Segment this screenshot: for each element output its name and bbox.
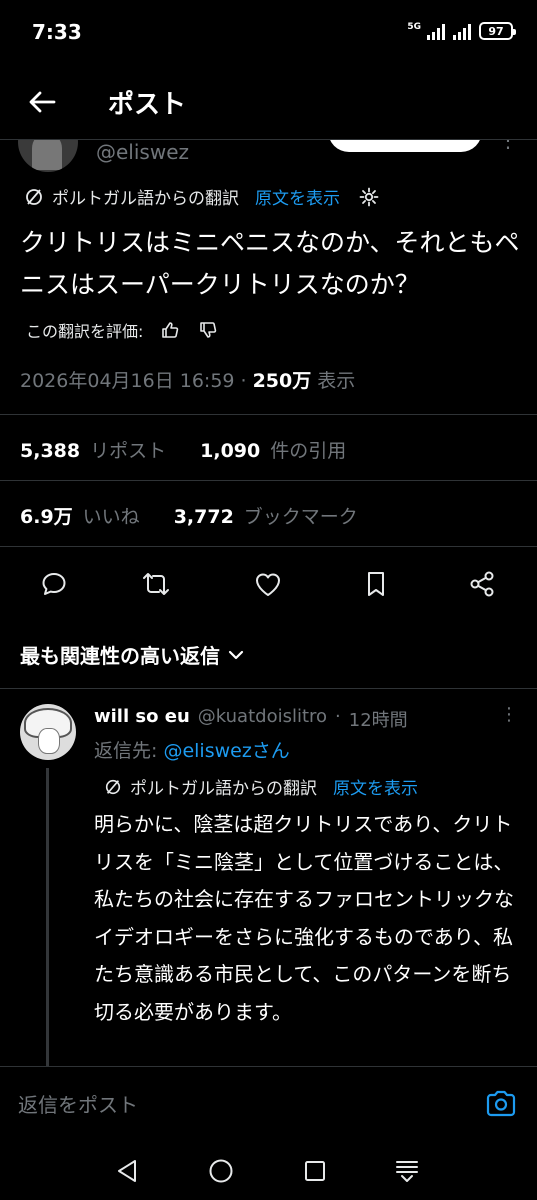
reply-translation-label: ポルトガル語からの翻訳 xyxy=(130,779,317,799)
reply-more-icon[interactable]: ⋮ xyxy=(500,704,518,725)
like-label[interactable]: いいね xyxy=(83,502,140,529)
divider xyxy=(0,414,537,415)
triangle-back-icon xyxy=(118,1160,136,1182)
bookmark-icon xyxy=(368,572,384,596)
repost-count[interactable]: 5,388 xyxy=(20,440,80,462)
replies-sort-toggle[interactable]: 最も関連性の高い返信 xyxy=(20,640,244,669)
tweet-text: クリトリスはミニペニスなのか、それともペニスはスーパークリトリスなのか？ xyxy=(20,228,520,299)
header: ポスト xyxy=(0,64,537,140)
reply-composer: 返信をポスト xyxy=(0,1066,537,1142)
translate-icon xyxy=(26,188,42,205)
reply-translation-row: ポルトガル語からの翻訳 原文を表示 xyxy=(104,774,418,799)
back-arrow-icon xyxy=(29,91,56,113)
reply-show-original-link[interactable]: 原文を表示 xyxy=(333,774,418,799)
camera-button[interactable] xyxy=(484,1087,518,1121)
circle-home-icon xyxy=(209,1159,233,1183)
like-stats: 6.9万 いいね 3,772 ブックマーク xyxy=(20,502,358,529)
status-bar: 7:33 5G 97 xyxy=(0,0,537,64)
signal-icon xyxy=(427,22,445,40)
divider xyxy=(0,546,537,547)
views-count: 250万 xyxy=(252,370,312,392)
tweet-datetime[interactable]: 2026年04月16日 16:59 xyxy=(20,366,235,393)
translation-row: ポルトガル語からの翻訳 原文を表示 xyxy=(24,184,380,209)
rate-label: この翻訳を評価: xyxy=(26,322,144,341)
share-icon xyxy=(470,571,494,597)
divider xyxy=(0,480,537,481)
author-handle[interactable]: @eliswez xyxy=(96,140,189,164)
nav-back-button[interactable] xyxy=(112,1156,142,1186)
status-icons: 5G 97 xyxy=(407,22,516,40)
chevron-down-icon xyxy=(228,650,244,659)
repost-icon xyxy=(143,573,169,595)
translation-label: ポルトガル語からの翻訳 xyxy=(52,189,239,209)
meta-separator: · xyxy=(240,370,247,392)
reply-input[interactable]: 返信をポスト xyxy=(18,1089,138,1118)
reply-to-user[interactable]: @eliswezさん xyxy=(163,740,289,762)
reply-header: will so eu @kuatdoislitro · 12時間 xyxy=(94,706,408,732)
repost-button[interactable] xyxy=(140,568,172,600)
like-button[interactable] xyxy=(252,568,284,600)
repost-stats: 5,388 リポスト 1,090 件の引用 xyxy=(20,436,346,463)
reply-button[interactable] xyxy=(38,568,70,600)
nav-keyboard-button[interactable] xyxy=(392,1156,422,1186)
battery-level: 97 xyxy=(488,24,504,38)
show-original-link[interactable]: 原文を表示 xyxy=(255,184,340,209)
bookmark-count[interactable]: 3,772 xyxy=(174,506,234,528)
page-title: ポスト xyxy=(108,90,187,120)
bookmark-button[interactable] xyxy=(360,568,392,600)
thread-line xyxy=(46,768,49,1068)
quote-label[interactable]: 件の引用 xyxy=(270,436,346,463)
camera-icon xyxy=(486,1090,516,1117)
rate-translation-row: この翻訳を評価: xyxy=(26,318,219,342)
reply-icon xyxy=(42,573,66,595)
gear-icon[interactable] xyxy=(358,186,380,208)
views-label: 表示 xyxy=(317,370,356,392)
bookmark-label[interactable]: ブックマーク xyxy=(244,502,358,529)
reply-time: 12時間 xyxy=(348,710,408,731)
share-button[interactable] xyxy=(466,568,498,600)
system-nav-bar xyxy=(0,1142,537,1200)
repost-label[interactable]: リポスト xyxy=(90,436,166,463)
thumbs-down-icon[interactable] xyxy=(197,319,219,341)
back-button[interactable] xyxy=(22,82,62,122)
nav-home-button[interactable] xyxy=(206,1156,236,1186)
like-count[interactable]: 6.9万 xyxy=(20,502,73,529)
tweet-meta: 2026年04月16日 16:59 · 250万 表示 xyxy=(20,366,355,393)
network-label: 5G xyxy=(407,22,421,32)
reply-text: 明らかに、陰茎は超クリトリスであり、クリトリスを「ミニ陰茎」として位置づけること… xyxy=(94,812,514,1024)
square-recents-icon xyxy=(305,1161,325,1181)
translate-icon xyxy=(105,779,121,794)
reply-avatar[interactable] xyxy=(20,704,76,760)
replies-sort-label: 最も関連性の高い返信 xyxy=(20,644,220,668)
reply-separator: · xyxy=(335,706,341,727)
battery-icon: 97 xyxy=(479,22,516,40)
reply-author-handle[interactable]: @kuatdoislitro xyxy=(198,706,327,732)
thumbs-up-icon[interactable] xyxy=(159,319,181,341)
reply-to-label: 返信先: xyxy=(94,740,158,762)
status-time: 7:33 xyxy=(32,20,82,44)
divider xyxy=(0,688,537,689)
quote-count[interactable]: 1,090 xyxy=(200,440,260,462)
signal-icon-2 xyxy=(453,22,471,40)
reply-to: 返信先: @eliswezさん xyxy=(94,736,290,763)
reply-author-name[interactable]: will so eu xyxy=(94,706,190,732)
action-bar xyxy=(0,560,537,608)
hide-keyboard-icon xyxy=(396,1161,418,1182)
like-icon xyxy=(256,573,280,596)
nav-recents-button[interactable] xyxy=(300,1156,330,1186)
